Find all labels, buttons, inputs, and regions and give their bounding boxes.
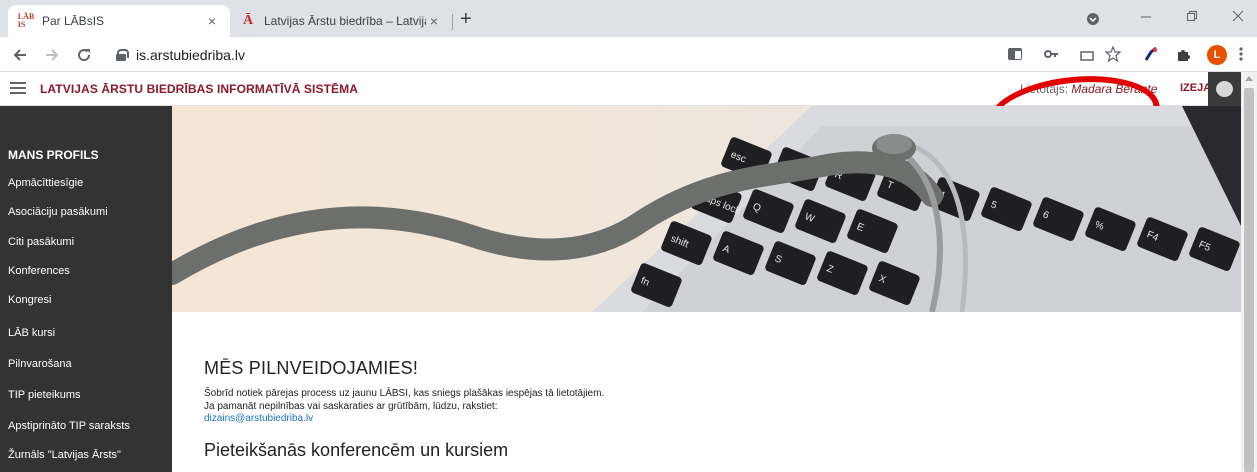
main-content: MĒS PILNVEIDOJAMIES! Šobrīd notiek pārej…	[204, 358, 1204, 461]
tab-arstu-biedriba[interactable]: Ā Latvijas Ārstu biedrība – Latvijas Ā ×	[230, 5, 452, 37]
sidebar-item-citi-pasakumi[interactable]: Citi pasākumi	[8, 236, 74, 248]
sidebar-item-kongresi[interactable]: Kongresi	[8, 294, 51, 306]
profile-avatar[interactable]: L	[1207, 45, 1227, 65]
close-window-icon[interactable]	[1232, 10, 1244, 22]
app-title[interactable]: LATVIJAS ĀRSTU BIEDRĪBAS INFORMATĪVĀ SIS…	[40, 82, 358, 96]
toggle-icon	[1216, 81, 1233, 97]
restore-icon[interactable]	[1186, 10, 1198, 22]
sidebar-item-tip-pieteikums[interactable]: TIP pieteikums	[8, 389, 81, 401]
logout-button[interactable]	[1208, 72, 1241, 106]
page-scrollbar[interactable]	[1241, 72, 1257, 472]
lab-favicon-icon: Ā	[242, 13, 254, 28]
section-heading: Pieteikšanās konferencēm un kursiem	[204, 440, 509, 460]
browser-toolbar: is.arstubiedriba.lv	[0, 37, 1257, 72]
kebab-menu-icon[interactable]	[1238, 46, 1254, 62]
sidebar-heading-my-profile[interactable]: MANS PROFILS	[8, 148, 99, 162]
tab-strip: LĀB IS Par LĀBsIS × Ā Latvijas Ārstu bie…	[0, 0, 1257, 37]
sidebar-item-lab-kursi[interactable]: LĀB kursi	[8, 327, 55, 339]
forward-icon[interactable]	[44, 47, 60, 63]
logout-link[interactable]: IZEJA	[1180, 82, 1211, 94]
sidebar-item-apstiprinato-tip[interactable]: Apstiprināto TIP saraksts	[8, 420, 130, 432]
puzzle-icon[interactable]	[1175, 46, 1191, 62]
url-text: is.arstubiedriba.lv	[136, 46, 245, 63]
tab-title: Par LĀBsIS	[42, 14, 105, 28]
page-heading: MĒS PILNVEIDOJAMIES!	[204, 358, 419, 378]
key-icon[interactable]	[1043, 46, 1059, 62]
minimize-icon[interactable]	[1140, 11, 1152, 23]
star-icon[interactable]	[1105, 46, 1121, 62]
labsis-favicon-icon: LĀB IS	[17, 12, 35, 29]
share-icon[interactable]	[1079, 46, 1095, 62]
new-tab-button[interactable]: +	[460, 9, 472, 29]
info-line-2: Ja pamanāt nepilnības vai saskaraties ar…	[204, 401, 498, 412]
info-line-1: Šobrīd notiek pārejas process uz jaunu L…	[204, 388, 605, 399]
browser-menu-dot-icon[interactable]	[1085, 11, 1101, 27]
tab-labsis[interactable]: LĀB IS Par LĀBsIS ×	[8, 5, 230, 37]
scrollbar-thumb[interactable]	[1244, 88, 1254, 472]
hero-image: esc tab R T 4 5 6% F4 F5 caps lock Q W Eshift A S Z Xfn	[172, 106, 1241, 312]
email-link[interactable]: dizains@arstubiedriba.lv	[204, 413, 1204, 424]
lock-icon	[116, 48, 129, 61]
back-icon[interactable]	[12, 47, 28, 63]
sidebar-item-zurnals[interactable]: Žurnāls "Latvijas Ārsts"	[8, 449, 121, 461]
sidebar-item-konferences[interactable]: Konferences	[8, 265, 70, 277]
sidebar-item-apmacittiesigie[interactable]: Apmācīttiesīgie	[8, 177, 83, 189]
browser-window: LĀB IS Par LĀBsIS × Ā Latvijas Ārstu bie…	[0, 0, 1257, 472]
translate-icon[interactable]	[1007, 46, 1023, 62]
scroll-up-icon[interactable]	[1245, 76, 1253, 81]
close-tab-icon[interactable]: ×	[426, 13, 442, 29]
sidebar-item-asociaciju-pasakumi[interactable]: Asociāciju pasākumi	[8, 206, 108, 218]
reload-icon[interactable]	[76, 47, 92, 63]
extension-icon[interactable]	[1143, 46, 1159, 62]
sidebar-item-pilnvarosana[interactable]: Pilnvarošana	[8, 358, 72, 370]
tab-title: Latvijas Ārstu biedrība – Latvijas Ā	[264, 14, 426, 28]
sidebar: MANS PROFILS Apmācīttiesīgie Asociāciju …	[0, 106, 172, 472]
address-bar[interactable]: is.arstubiedriba.lv	[110, 41, 1140, 68]
hamburger-menu-icon[interactable]	[10, 82, 26, 94]
laptop-stethoscope-illustration: esctabRT456%F4F5caps lock QWEshift ASZXfn	[172, 106, 1241, 312]
tab-separator	[452, 14, 453, 30]
close-tab-icon[interactable]: ×	[204, 13, 220, 29]
